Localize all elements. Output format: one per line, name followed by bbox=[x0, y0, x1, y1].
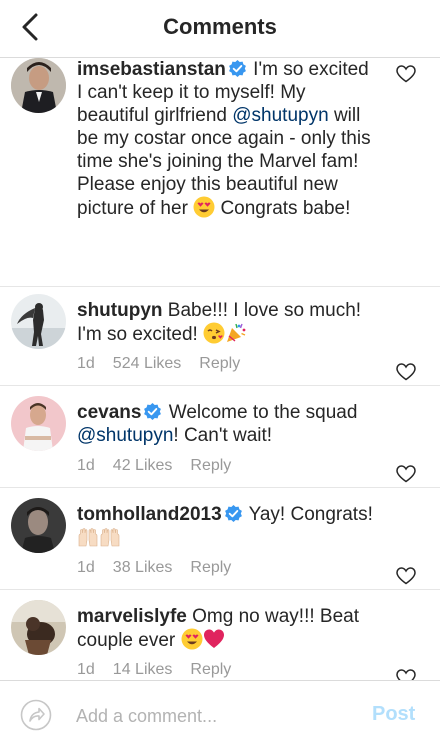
reply-button[interactable]: Reply bbox=[199, 355, 240, 372]
post-button[interactable]: Post bbox=[372, 703, 415, 726]
like-heart-icon[interactable] bbox=[396, 65, 416, 83]
comment-item: imsebastianstan I'm so excited I can't k… bbox=[0, 58, 440, 286]
like-heart-icon[interactable] bbox=[396, 363, 416, 381]
raised-hands-emoji bbox=[78, 528, 98, 547]
comment-text: shutupyn Babe!!! I love so much! I'm so … bbox=[77, 299, 377, 346]
share-icon[interactable] bbox=[20, 699, 52, 731]
verified-badge-icon bbox=[224, 505, 242, 522]
reply-button[interactable]: Reply bbox=[190, 661, 231, 678]
comment-text-part: Congrats babe! bbox=[215, 198, 351, 219]
comment-meta: 1d 524 Likes Reply bbox=[77, 355, 258, 373]
avatar[interactable] bbox=[11, 600, 66, 655]
comment-username[interactable]: cevans bbox=[77, 402, 141, 423]
comment-text-part: Yay! Congrats! bbox=[243, 504, 373, 525]
heart-eyes-emoji bbox=[181, 628, 203, 650]
verified-badge-icon bbox=[144, 403, 162, 420]
likes-count[interactable]: 14 Likes bbox=[113, 661, 173, 678]
comment-composer: Post bbox=[0, 680, 440, 751]
comment-username[interactable]: shutupyn bbox=[77, 300, 163, 321]
avatar[interactable] bbox=[11, 498, 66, 553]
page-title: Comments bbox=[163, 14, 277, 39]
like-heart-icon[interactable] bbox=[396, 669, 416, 680]
red-heart-emoji bbox=[203, 629, 224, 648]
kiss-emoji bbox=[203, 322, 225, 344]
comment-text: imsebastianstan I'm so excited I can't k… bbox=[77, 58, 377, 220]
comment-text: cevans Welcome to the squad @shutupyn! C… bbox=[77, 401, 377, 447]
comment-list[interactable]: imsebastianstan I'm so excited I can't k… bbox=[0, 58, 440, 680]
reply-button[interactable]: Reply bbox=[190, 559, 231, 576]
party-popper-emoji bbox=[227, 323, 246, 342]
comment-time: 1d bbox=[77, 457, 95, 474]
avatar[interactable] bbox=[11, 396, 66, 451]
like-heart-icon[interactable] bbox=[396, 465, 416, 483]
reply-button[interactable]: Reply bbox=[190, 457, 231, 474]
heart-eyes-emoji bbox=[193, 196, 215, 218]
header: Comments bbox=[0, 0, 440, 58]
mention-link[interactable]: @shutupyn bbox=[77, 425, 173, 446]
raised-hands-emoji bbox=[100, 528, 120, 547]
comment-username[interactable]: imsebastianstan bbox=[77, 59, 226, 80]
comment-meta: 1d 14 Likes Reply bbox=[77, 661, 249, 679]
verified-badge-icon bbox=[228, 60, 246, 77]
comment-text-part: Welcome to the squad bbox=[163, 402, 358, 423]
likes-count[interactable]: 42 Likes bbox=[113, 457, 173, 474]
comment-meta: 1d 38 Likes Reply bbox=[77, 559, 249, 577]
comment-username[interactable]: tomholland2013 bbox=[77, 504, 222, 525]
avatar[interactable] bbox=[11, 58, 66, 113]
comment-time: 1d bbox=[77, 559, 95, 576]
like-heart-icon[interactable] bbox=[396, 567, 416, 585]
comment-text: marvelislyfe Omg no way!!! Beat couple e… bbox=[77, 605, 377, 652]
likes-count[interactable]: 38 Likes bbox=[113, 559, 173, 576]
avatar[interactable] bbox=[11, 294, 66, 349]
comment-username[interactable]: marvelislyfe bbox=[77, 606, 187, 627]
comment-meta: 1d 42 Likes Reply bbox=[77, 457, 249, 475]
comment-time: 1d bbox=[77, 661, 95, 678]
add-comment-input[interactable] bbox=[76, 703, 346, 729]
likes-count[interactable]: 524 Likes bbox=[113, 355, 182, 372]
mention-link[interactable]: @shutupyn bbox=[232, 105, 328, 126]
comment-text-part: ! Can't wait! bbox=[173, 425, 273, 446]
comment-time: 1d bbox=[77, 355, 95, 372]
comment-text: tomholland2013 Yay! Congrats! bbox=[77, 503, 377, 550]
